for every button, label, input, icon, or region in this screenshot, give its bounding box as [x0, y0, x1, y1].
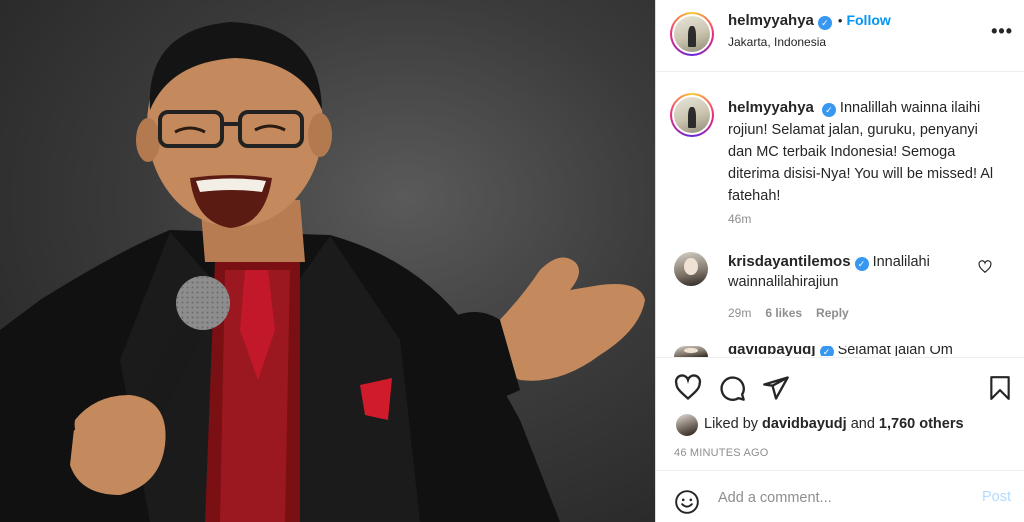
comment-input[interactable] — [718, 487, 968, 509]
emoji-icon[interactable] — [674, 489, 700, 515]
actions-divider — [656, 357, 1024, 358]
caption-username[interactable]: helmyyahya — [728, 99, 814, 116]
post-photo[interactable] — [0, 0, 655, 522]
commenter-avatar[interactable] — [674, 346, 708, 357]
photo-illustration — [0, 22, 645, 522]
bookmark-icon[interactable] — [987, 374, 1013, 402]
author-username[interactable]: helmyyahya — [728, 12, 814, 29]
comment-likes-count[interactable]: 6 likes — [765, 306, 802, 320]
header-author-line: helmyyahya ✓ • Follow — [728, 12, 891, 30]
comment-meta: 29m 6 likes Reply — [728, 306, 863, 320]
caption-author-avatar[interactable] — [670, 93, 714, 137]
likes-prefix: Liked by — [704, 416, 759, 432]
comment-item-clipped: davidbayudj ✓ Selamat jalan Om — [728, 346, 953, 356]
author-avatar[interactable] — [670, 12, 714, 56]
likes-others[interactable]: 1,760 others — [879, 416, 964, 432]
caption-text-block: helmyyahya ✓ Innalillah wainna ilaihi roj… — [728, 97, 998, 207]
post-timestamp[interactable]: 46 MINUTES AGO — [674, 447, 769, 459]
add-comment-bar: Post — [656, 470, 1024, 522]
comment-username[interactable]: davidbayudj — [728, 346, 816, 356]
caption-time[interactable]: 46m — [728, 212, 751, 226]
reply-button[interactable]: Reply — [816, 306, 849, 320]
post-sidebar: helmyyahya ✓ • Follow Jakarta, Indonesia ••… — [655, 0, 1024, 522]
comment-icon[interactable] — [718, 374, 746, 402]
verified-badge-icon: ✓ — [854, 257, 869, 271]
verified-badge-icon: ✓ — [819, 346, 834, 356]
likes-summary: Liked by davidbayudj and 1,760 others — [704, 416, 964, 432]
post-location[interactable]: Jakarta, Indonesia — [728, 35, 826, 49]
follow-button[interactable]: Follow — [846, 12, 890, 28]
likes-joiner: and — [850, 416, 875, 432]
comment-item: krisdayantilemos ✓ Innalilahi wainnalilah… — [728, 252, 988, 292]
comment-like-heart-icon[interactable] — [978, 260, 992, 274]
instagram-post: helmyyahya ✓ • Follow Jakarta, Indonesia ••… — [0, 0, 1024, 522]
liker-username[interactable]: davidbayudj — [762, 416, 847, 432]
comment-time[interactable]: 29m — [728, 306, 751, 320]
paper-plane-icon[interactable] — [762, 374, 790, 402]
comment-body: Selamat jalan Om — [837, 346, 953, 356]
comment-username[interactable]: krisdayantilemos — [728, 253, 851, 270]
post-header: helmyyahya ✓ • Follow Jakarta, Indonesia ••… — [656, 0, 1024, 72]
verified-badge-icon: ✓ — [821, 103, 836, 117]
heart-icon[interactable] — [674, 374, 702, 402]
post-comment-button[interactable]: Post — [982, 489, 1011, 505]
separator-dot: • — [837, 13, 843, 28]
liker-avatar[interactable] — [676, 414, 698, 436]
more-options-icon[interactable]: ••• — [991, 22, 1013, 40]
commenter-avatar[interactable] — [674, 252, 708, 286]
verified-badge-icon: ✓ — [817, 16, 832, 30]
